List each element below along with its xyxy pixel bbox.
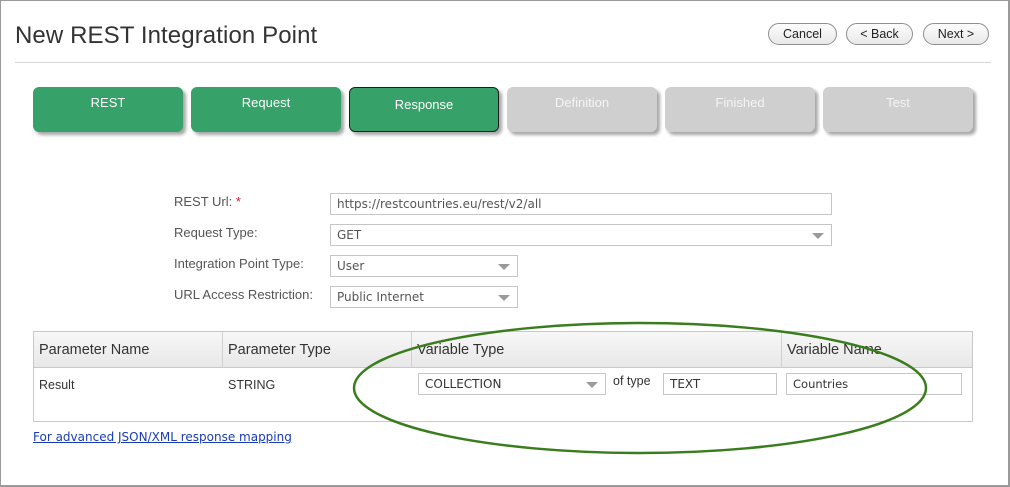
rest-url-label: REST Url: * [174,194,241,209]
column-header-variable-name[interactable]: Variable Name [782,332,972,368]
step-finished[interactable]: Finished [665,87,815,132]
integration-point-type-value: User [337,259,365,273]
step-rest[interactable]: REST [33,87,183,132]
page-title: New REST Integration Point [15,22,318,49]
step-definition[interactable]: Definition [507,87,657,132]
back-button[interactable]: < Back [846,23,913,45]
parameter-grid: Parameter Name Parameter Type Variable T… [33,331,973,422]
parameter-name-cell: Result [39,378,75,392]
column-header-variable-type[interactable]: Variable Type [412,332,782,368]
rest-url-input[interactable]: https://restcountries.eu/rest/v2/all [330,193,832,215]
integration-point-type-select[interactable]: User [330,255,518,277]
variable-type-select[interactable]: COLLECTION [418,373,606,395]
parameter-type-cell: STRING [228,378,276,392]
step-response[interactable]: Response [349,87,499,132]
variable-name-input[interactable]: Countries [786,373,962,395]
url-access-value: Public Internet [337,290,424,304]
request-type-select[interactable]: GET [330,224,832,246]
of-type-input[interactable]: TEXT [663,373,777,395]
chevron-down-icon [498,264,510,270]
advanced-mapping-link[interactable]: For advanced JSON/XML response mapping [33,430,292,444]
chevron-down-icon [498,295,510,301]
chevron-down-icon [586,382,598,388]
url-access-label: URL Access Restriction: [174,287,313,302]
variable-type-value: COLLECTION [425,377,502,391]
integration-point-type-label: Integration Point Type: [174,256,304,271]
column-header-parameter-type[interactable]: Parameter Type [223,332,412,368]
column-header-parameter-name[interactable]: Parameter Name [34,332,223,368]
request-type-label: Request Type: [174,225,258,240]
of-type-label: of type [613,374,651,388]
required-marker: * [235,194,241,209]
grid-header: Parameter Name Parameter Type Variable T… [34,332,972,368]
request-type-value: GET [337,228,362,242]
next-button[interactable]: Next > [923,23,989,45]
step-request[interactable]: Request [191,87,341,132]
cancel-button[interactable]: Cancel [768,23,837,45]
rest-url-label-text: REST Url: [174,194,233,209]
url-access-select[interactable]: Public Internet [330,286,518,308]
step-test[interactable]: Test [823,87,973,132]
header-divider [15,62,991,63]
chevron-down-icon [812,233,824,239]
